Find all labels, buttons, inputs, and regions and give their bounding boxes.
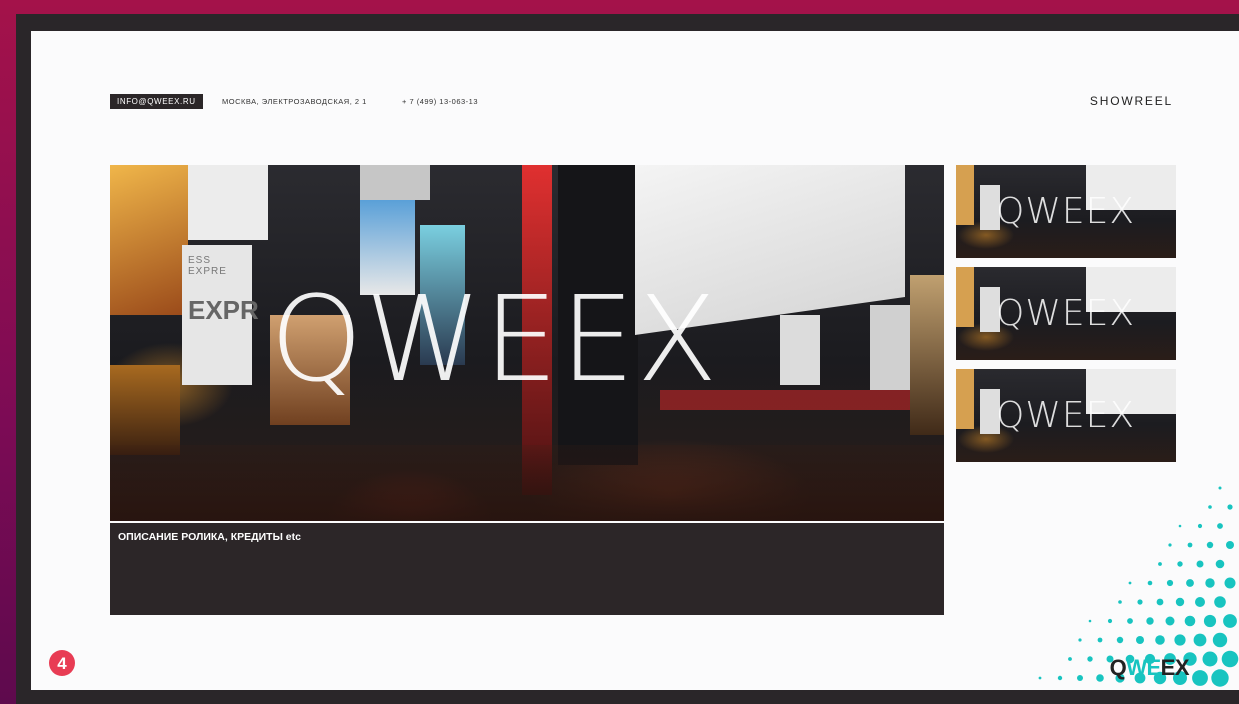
halftone-dot: [1174, 634, 1186, 646]
video-thumbnail-2[interactable]: QWEEX: [956, 267, 1176, 360]
phone-text: + 7 (499) 13-063-13: [402, 97, 479, 106]
halftone-dot: [1168, 543, 1172, 547]
email-link[interactable]: INFO@QWEEX.RU: [110, 94, 203, 109]
halftone-dot: [1116, 636, 1124, 644]
brand-q: Q: [1109, 655, 1127, 680]
thumb-billboard: [956, 267, 974, 327]
halftone-dot: [1192, 670, 1208, 686]
billboard: [188, 165, 268, 240]
halftone-dot: [1156, 598, 1164, 606]
thumb-billboard: [956, 165, 974, 225]
halftone-dot: [1217, 523, 1223, 529]
halftone-dot: [1227, 504, 1233, 510]
address-text: МОСКВА, ЭЛЕКТРОЗАВОДСКАЯ, 2 1: [222, 97, 367, 106]
corner-badge-text: 4: [57, 654, 67, 673]
halftone-dot: [1147, 580, 1153, 586]
halftone-dot: [1214, 596, 1226, 608]
halftone-dot: [1206, 541, 1214, 549]
halftone-dot: [1224, 577, 1236, 589]
billboard-small-text: ESS EXPRE: [188, 255, 227, 277]
halftone-dot: [1215, 559, 1225, 569]
halftone-dot: [1218, 486, 1222, 490]
halftone-dot: [1136, 636, 1144, 644]
halftone-dot: [1068, 657, 1072, 661]
thumb-logo: QWEEX: [996, 395, 1136, 436]
halftone-dot: [1196, 560, 1204, 568]
poster: [780, 315, 820, 385]
halftone-dot: [1137, 599, 1143, 605]
halftone-dot: [1128, 581, 1132, 585]
halftone-dot: [1146, 617, 1154, 625]
halftone-dot: [1107, 618, 1113, 624]
halftone-dot: [1118, 600, 1122, 604]
showreel-video[interactable]: ESS EXPRE EXPR QWEEX: [110, 165, 944, 521]
halftone-dot: [1223, 614, 1237, 628]
halftone-dot: [1202, 651, 1218, 667]
halftone-dot: [1088, 619, 1092, 623]
halftone-dot: [1221, 650, 1239, 668]
halftone-dot: [1077, 675, 1083, 681]
poster: [870, 305, 910, 390]
billboard: [110, 165, 188, 315]
halftone-dot: [1166, 579, 1174, 587]
crowd: [110, 445, 944, 521]
video-thumbnail-3[interactable]: QWEEX: [956, 369, 1176, 462]
halftone-dot: [1205, 578, 1215, 588]
halftone-dot: [1158, 562, 1162, 566]
video-description-panel: ОПИСАНИЕ РОЛИКА, КРЕДИТЫ etc: [110, 523, 944, 615]
halftone-dot: [1195, 597, 1205, 607]
building: [910, 275, 944, 435]
billboard-express: ESS EXPRE EXPR: [182, 245, 259, 385]
corner-badge-icon: 4: [49, 650, 75, 676]
halftone-dot: [1038, 676, 1042, 680]
description-title: ОПИСАНИЕ РОЛИКА, КРЕДИТЫ etc: [118, 531, 301, 543]
halftone-dot: [1096, 674, 1104, 682]
halftone-dot: [1208, 505, 1212, 509]
halftone-dot: [1078, 638, 1082, 642]
halftone-dot: [1127, 618, 1133, 624]
halftone-dot: [1057, 675, 1063, 681]
brand-ex: EX: [1160, 655, 1190, 680]
qweex-logo-overlay: QWEEX: [270, 270, 720, 408]
halftone-dot: [1087, 656, 1093, 662]
thumb-logo: QWEEX: [996, 191, 1136, 232]
halftone-dot: [1212, 632, 1228, 648]
halftone-dot: [1197, 523, 1203, 529]
qweex-brand-logo: QWEEX: [1109, 655, 1190, 681]
halftone-dot: [1097, 637, 1103, 643]
halftone-dot: [1186, 579, 1194, 587]
halftone-dot: [1177, 561, 1183, 567]
halftone-dot: [1178, 524, 1182, 528]
billboard: [360, 165, 430, 200]
showreel-link[interactable]: SHOWREEL: [1090, 94, 1173, 108]
brand-we: WE: [1126, 655, 1161, 680]
thumb-billboard: [956, 369, 974, 429]
halftone-dot: [1165, 616, 1175, 626]
halftone-dot: [1193, 633, 1207, 647]
billboard-big-text: EXPR: [188, 295, 259, 325]
halftone-dot: [1226, 541, 1234, 549]
halftone-dot: [1187, 542, 1193, 548]
halftone-dot: [1175, 597, 1185, 607]
halftone-dot: [1155, 635, 1165, 645]
halftone-dot: [1184, 615, 1196, 627]
arch-sign: [110, 365, 180, 455]
thumb-logo: QWEEX: [996, 293, 1136, 334]
halftone-dot: [1211, 669, 1229, 687]
halftone-dot: [1203, 614, 1217, 628]
video-thumbnail-1[interactable]: QWEEX: [956, 165, 1176, 258]
